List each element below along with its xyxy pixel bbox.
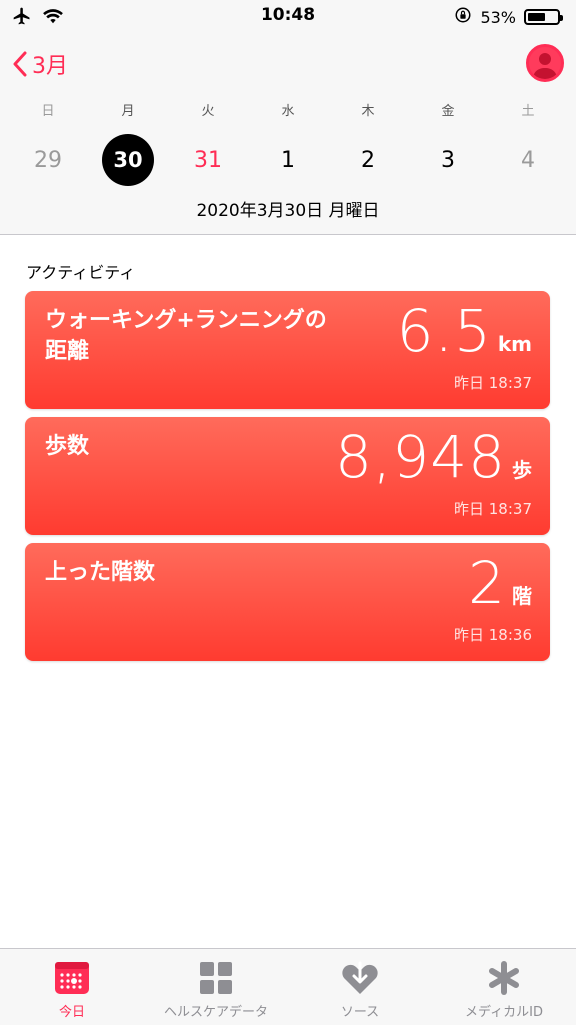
steps-card[interactable]: 歩数 8,948 歩 昨日 18:37 bbox=[25, 417, 550, 535]
weekday-label: 火 bbox=[201, 104, 215, 119]
card-value: 8,948 歩 bbox=[335, 423, 532, 491]
back-button[interactable]: 3月 bbox=[12, 48, 68, 80]
date-cell[interactable]: 3 bbox=[408, 130, 488, 190]
distance-card[interactable]: ウォーキング+ランニングの距離 6.5 km 昨日 18:37 bbox=[25, 291, 550, 409]
card-title: 歩数 bbox=[45, 434, 90, 459]
section-title: アクティビティ bbox=[26, 263, 136, 282]
tab-label: 今日 bbox=[58, 1005, 85, 1020]
calendar-icon bbox=[55, 962, 89, 994]
selected-date: 30 bbox=[102, 134, 154, 186]
tab-label: メディカルID bbox=[465, 1005, 543, 1020]
card-timestamp: 昨日 18:37 bbox=[454, 500, 532, 518]
card-number: 8,948 bbox=[334, 423, 506, 491]
status-right: 53% bbox=[454, 6, 563, 28]
card-value: 6.5 km bbox=[397, 297, 532, 365]
tab-health-data[interactable]: ヘルスケアデータ bbox=[144, 949, 288, 1025]
date-header: 3月 日 月 火 水 木 金 土 29 30 31 1 2 3 4 2020年3… bbox=[0, 34, 576, 235]
weekday-row: 日 月 火 水 木 金 土 bbox=[8, 100, 568, 119]
card-unit: km bbox=[497, 332, 532, 356]
date-cell-selected[interactable]: 30 bbox=[88, 130, 168, 190]
card-timestamp: 昨日 18:37 bbox=[454, 374, 532, 392]
battery-icon bbox=[524, 9, 563, 25]
card-title: ウォーキング+ランニングの距離 bbox=[45, 308, 327, 364]
card-number: 6.5 bbox=[396, 297, 492, 365]
weekday-label: 土 bbox=[521, 104, 535, 119]
card-unit: 階 bbox=[512, 584, 532, 608]
heart-download-icon bbox=[342, 961, 378, 994]
rotation-lock-icon bbox=[454, 6, 472, 28]
tab-label: ソース bbox=[340, 1005, 380, 1020]
back-label: 3月 bbox=[32, 54, 68, 79]
tab-bar: 今日 ヘルスケアデータ ソース メディカルID bbox=[0, 948, 576, 1025]
card-number: 2 bbox=[468, 549, 506, 617]
date-row: 29 30 31 1 2 3 4 bbox=[8, 130, 568, 190]
date-cell-today[interactable]: 31 bbox=[168, 130, 248, 190]
tab-label: ヘルスケアデータ bbox=[163, 1005, 268, 1020]
status-bar: 10:48 53% bbox=[0, 0, 576, 34]
date-cell[interactable]: 1 bbox=[248, 130, 328, 190]
grid-icon bbox=[200, 962, 232, 994]
battery-percent: 53% bbox=[480, 7, 516, 27]
weekday-label: 日 bbox=[41, 104, 55, 119]
card-value: 2 階 bbox=[468, 549, 532, 617]
tab-today[interactable]: 今日 bbox=[0, 949, 144, 1025]
weekday-label: 金 bbox=[441, 104, 455, 119]
weekday-label: 木 bbox=[361, 104, 375, 119]
date-cell[interactable]: 29 bbox=[8, 130, 88, 190]
card-unit: 歩 bbox=[512, 458, 532, 482]
flights-climbed-card[interactable]: 上った階数 2 階 昨日 18:36 bbox=[25, 543, 550, 661]
card-timestamp: 昨日 18:36 bbox=[454, 626, 532, 644]
profile-button[interactable] bbox=[526, 44, 564, 82]
tab-medical-id[interactable]: メディカルID bbox=[432, 949, 576, 1025]
date-cell[interactable]: 4 bbox=[488, 130, 568, 190]
person-icon bbox=[533, 53, 557, 79]
tab-sources[interactable]: ソース bbox=[288, 949, 432, 1025]
weekday-label: 月 bbox=[121, 104, 135, 119]
full-date-label: 2020年3月30日 月曜日 bbox=[196, 201, 380, 221]
chevron-left-icon bbox=[13, 51, 27, 77]
weekday-label: 水 bbox=[281, 104, 295, 119]
date-cell[interactable]: 2 bbox=[328, 130, 408, 190]
asterisk-icon bbox=[489, 961, 519, 995]
card-title: 上った階数 bbox=[45, 560, 156, 585]
